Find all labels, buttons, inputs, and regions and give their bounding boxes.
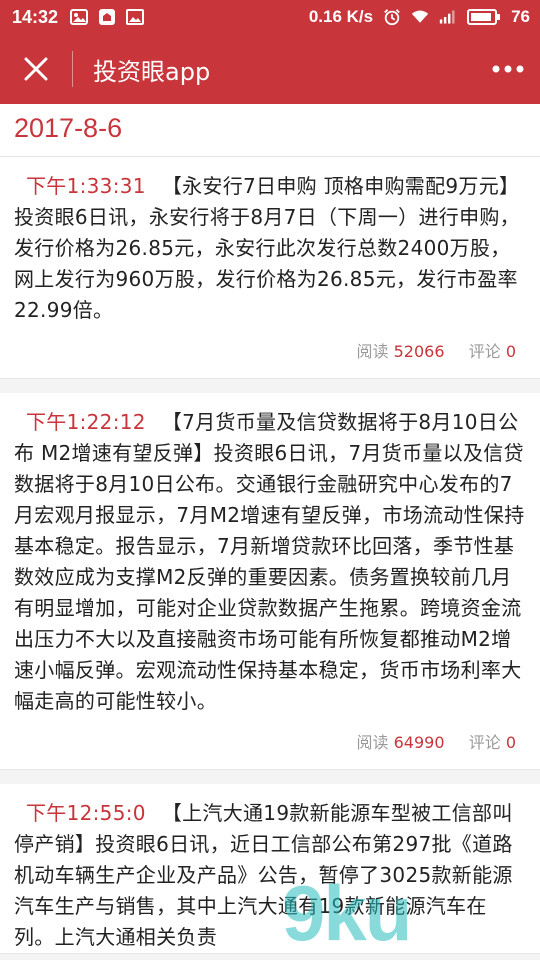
home-notification-icon [98,8,116,26]
close-button[interactable] [0,34,72,104]
news-time: 下午1:33:31 [26,174,146,198]
more-dots-icon [492,65,524,73]
battery-level: 76 [511,7,530,26]
gallery-notification-icon [126,8,145,26]
status-bar: 14:32 0.16 K/s 76 [0,0,540,34]
read-label: 阅读 [356,733,389,752]
news-time: 下午1:22:12 [26,410,146,434]
image-notification-icon [70,8,89,26]
news-feed[interactable]: 下午1:33:31 【永安行7日申购 顶格申购需配9万元】投资眼6日讯，永安行将于… [0,157,540,954]
comment-label: 评论 [468,733,501,752]
news-content: 下午1:22:12 【7月货币量及信贷数据将于8月10日公布 M2增速有望反弹】投… [0,393,540,717]
close-icon [24,57,48,81]
news-item[interactable]: 下午12:55:0 【上汽大通19款新能源车型被工信部叫停产销】投资眼6日讯，近日… [0,784,540,954]
page-title: 投资眼app [93,57,211,86]
network-speed: 0.16 K/s [308,7,374,26]
read-count: 64990 [393,733,445,752]
read-label: 阅读 [356,342,389,361]
news-stats: 阅读 52066 评论 0 [0,326,540,378]
comment-count: 0 [505,733,516,752]
wifi-icon [411,8,429,26]
comment-label: 评论 [468,342,501,361]
date-header: 2017-8-6 [0,104,540,157]
news-content: 下午1:33:31 【永安行7日申购 顶格申购需配9万元】投资眼6日讯，永安行将于… [0,157,540,326]
news-item[interactable]: 下午1:33:31 【永安行7日申购 顶格申购需配9万元】投资眼6日讯，永安行将于… [0,157,540,379]
status-time: 14:32 [12,6,59,27]
title-bar: 投资眼app [0,34,540,104]
read-count: 52066 [393,342,445,361]
signal-icon [439,8,457,26]
news-stats: 阅读 64990 评论 0 [0,717,540,769]
news-time: 下午12:55:0 [26,801,146,825]
title-divider [72,51,73,87]
date-label: 2017-8-6 [14,113,123,143]
news-item[interactable]: 下午1:22:12 【7月货币量及信贷数据将于8月10日公布 M2增速有望反弹】投… [0,393,540,770]
battery-icon [467,8,501,26]
watermark-logo: 9ku [282,869,412,957]
news-content: 下午12:55:0 【上汽大通19款新能源车型被工信部叫停产销】投资眼6日讯，近日… [0,784,540,953]
more-options-button[interactable] [476,34,540,104]
alarm-icon [383,8,401,26]
news-text: 【7月货币量及信贷数据将于8月10日公布 M2增速有望反弹】投资眼6日讯，7月货… [14,410,525,713]
comment-count: 0 [505,342,516,361]
